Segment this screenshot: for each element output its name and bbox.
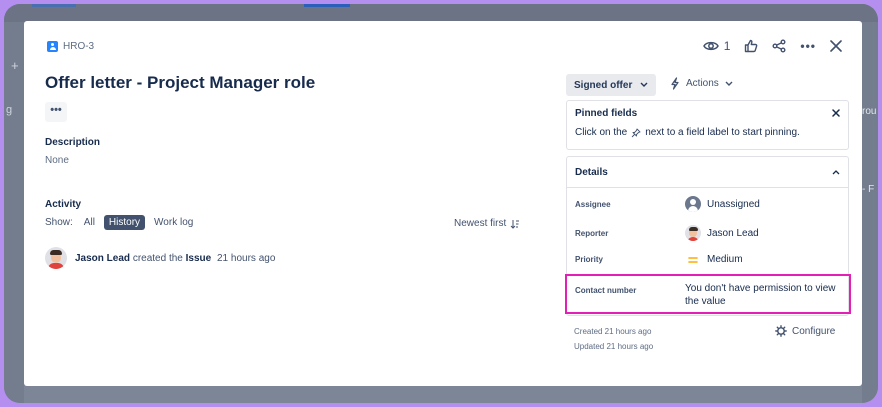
watch-button[interactable]: 1 <box>702 39 731 53</box>
background-header <box>4 4 878 22</box>
details-header[interactable]: Details <box>567 157 848 188</box>
status-label: Signed offer <box>574 79 633 91</box>
issue-key-breadcrumb[interactable]: HRO-3 <box>47 41 94 52</box>
background-right-text: rou <box>862 106 877 117</box>
description-heading: Description <box>45 137 101 148</box>
sort-icon <box>510 219 520 229</box>
issue-top-actions: 1 ••• <box>702 39 842 53</box>
background-left-text: g <box>6 104 13 116</box>
issue-title[interactable]: Offer letter - Project Manager role <box>45 73 315 93</box>
configure-button[interactable]: Configure <box>775 325 835 337</box>
activity-user[interactable]: Jason Lead <box>75 253 130 264</box>
sort-button[interactable]: Newest first <box>454 218 520 229</box>
background-plus-icon: + <box>11 58 19 73</box>
filter-work-log[interactable]: Work log <box>149 215 198 230</box>
pinned-fields-header: Pinned fields <box>567 101 848 125</box>
close-icon[interactable] <box>832 109 840 117</box>
details-heading: Details <box>575 166 608 178</box>
reporter-value: Jason Lead <box>707 227 759 239</box>
actions-label: Actions <box>686 78 719 89</box>
chevron-up-icon <box>832 170 840 175</box>
lightning-icon <box>671 77 679 90</box>
chevron-down-icon <box>640 82 648 87</box>
status-dropdown[interactable]: Signed offer <box>566 74 657 96</box>
watch-count: 1 <box>723 39 731 53</box>
reporter-label: Reporter <box>575 228 609 238</box>
gear-icon <box>775 325 787 337</box>
activity-text: Jason Lead created the Issue 21 hours ag… <box>75 253 275 264</box>
contact-number-value: You don't have permission to view the va… <box>685 283 836 307</box>
background-tab-indicator-2 <box>32 4 76 7</box>
activity-action: created the <box>132 252 183 264</box>
priority-row: Priority Medium <box>575 254 743 265</box>
activity-heading: Activity <box>45 199 82 210</box>
filter-history[interactable]: History <box>103 215 146 230</box>
reporter-row: Reporter Jason Lead <box>575 225 759 241</box>
assignee-row: Assignee Unassigned <box>575 196 760 212</box>
priority-value: Medium <box>707 254 743 265</box>
thumbs-up-icon[interactable] <box>744 39 758 53</box>
background-tab-indicator <box>304 4 350 7</box>
configure-label: Configure <box>792 325 836 337</box>
pin-icon <box>631 128 641 137</box>
eye-icon <box>702 41 719 51</box>
pinned-hint-before: Click on the <box>575 127 628 138</box>
sort-label: Newest first <box>454 218 507 229</box>
activity-time: 21 hours ago <box>217 252 276 264</box>
avatar[interactable] <box>45 247 67 269</box>
pinned-fields-panel: Pinned fields Click on the next to a fie… <box>566 100 849 150</box>
share-icon[interactable] <box>772 39 786 53</box>
issue-type-icon <box>47 41 58 52</box>
issue-key[interactable]: HRO-3 <box>63 41 94 52</box>
updated-timestamp: Updated 21 hours ago <box>574 342 654 351</box>
pinned-fields-heading: Pinned fields <box>575 107 638 119</box>
assignee-label: Assignee <box>575 199 611 209</box>
chevron-down-icon <box>725 81 733 86</box>
activity-filter-bar: Show: All History Work log <box>45 215 198 230</box>
issue-modal: HRO-3 1 ••• Offer letter - Project Manag… <box>24 21 862 386</box>
priority-medium-icon <box>688 256 698 263</box>
close-icon[interactable] <box>830 40 842 52</box>
background-right-column: rou - F <box>862 22 878 403</box>
pinned-hint-after: next to a field label to start pinning. <box>645 127 800 138</box>
contact-number-label: Contact number <box>575 286 637 295</box>
activity-object: Issue <box>185 252 212 264</box>
filter-all[interactable]: All <box>79 215 100 230</box>
issue-more-button[interactable]: ••• <box>45 102 67 122</box>
assignee-field[interactable]: Unassigned <box>685 196 760 212</box>
background-left-column: + g <box>4 22 24 403</box>
priority-label: Priority <box>575 255 604 264</box>
description-value[interactable]: None <box>45 155 69 166</box>
reporter-field[interactable]: Jason Lead <box>685 225 759 241</box>
activity-entry: Jason Lead created the Issue 21 hours ag… <box>45 247 275 269</box>
priority-field[interactable]: Medium <box>685 254 743 265</box>
avatar <box>685 225 701 241</box>
unassigned-avatar-icon <box>685 196 701 212</box>
show-label: Show: <box>45 217 73 228</box>
contact-number-row: Contact number You don't have permission… <box>565 274 851 314</box>
background-right-text: - F <box>862 184 875 195</box>
more-actions-button[interactable]: ••• <box>800 39 816 53</box>
created-timestamp: Created 21 hours ago <box>574 327 652 336</box>
pinned-fields-hint: Click on the next to a field label to st… <box>567 127 848 138</box>
assignee-value: Unassigned <box>707 198 760 210</box>
actions-dropdown[interactable]: Actions <box>670 77 733 90</box>
